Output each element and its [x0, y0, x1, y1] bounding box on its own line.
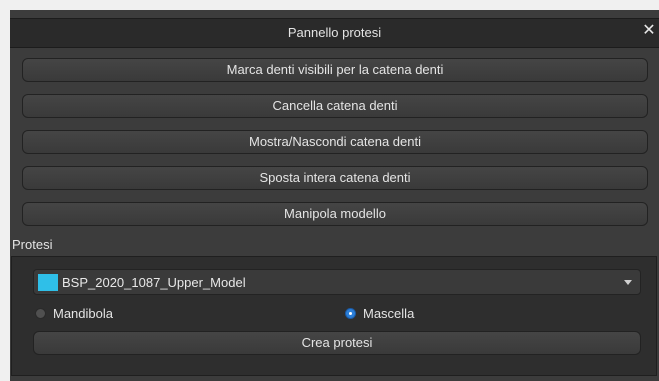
mark-visible-teeth-button[interactable]: Marca denti visibili per la catena denti — [22, 58, 648, 82]
protesi-group-label: Protesi — [12, 237, 53, 252]
model-color-swatch — [38, 274, 58, 291]
manipulate-model-button[interactable]: Manipola modello — [22, 202, 648, 226]
panel-title: Pannello protesi — [287, 25, 382, 40]
radio-checked-icon — [345, 308, 356, 319]
create-prosthesis-button[interactable]: Crea protesi — [33, 331, 641, 355]
model-select[interactable]: BSP_2020_1087_Upper_Model — [33, 269, 641, 295]
radio-mascella-label: Mascella — [363, 306, 415, 321]
panel-titlebar: Pannello protesi ✕ — [10, 18, 659, 48]
move-teeth-chain-button[interactable]: Sposta intera catena denti — [22, 166, 648, 190]
radio-unchecked-icon — [35, 308, 46, 319]
close-icon[interactable]: ✕ — [641, 22, 657, 40]
prosthesis-panel: Pannello protesi ✕ Marca denti visibili … — [10, 10, 659, 381]
chevron-down-icon — [624, 280, 632, 285]
selected-model-text: BSP_2020_1087_Upper_Model — [62, 275, 246, 290]
radio-mandibola-label: Mandibola — [53, 306, 113, 321]
toggle-teeth-chain-button[interactable]: Mostra/Nascondi catena denti — [22, 130, 648, 154]
delete-teeth-chain-button[interactable]: Cancella catena denti — [22, 94, 648, 118]
